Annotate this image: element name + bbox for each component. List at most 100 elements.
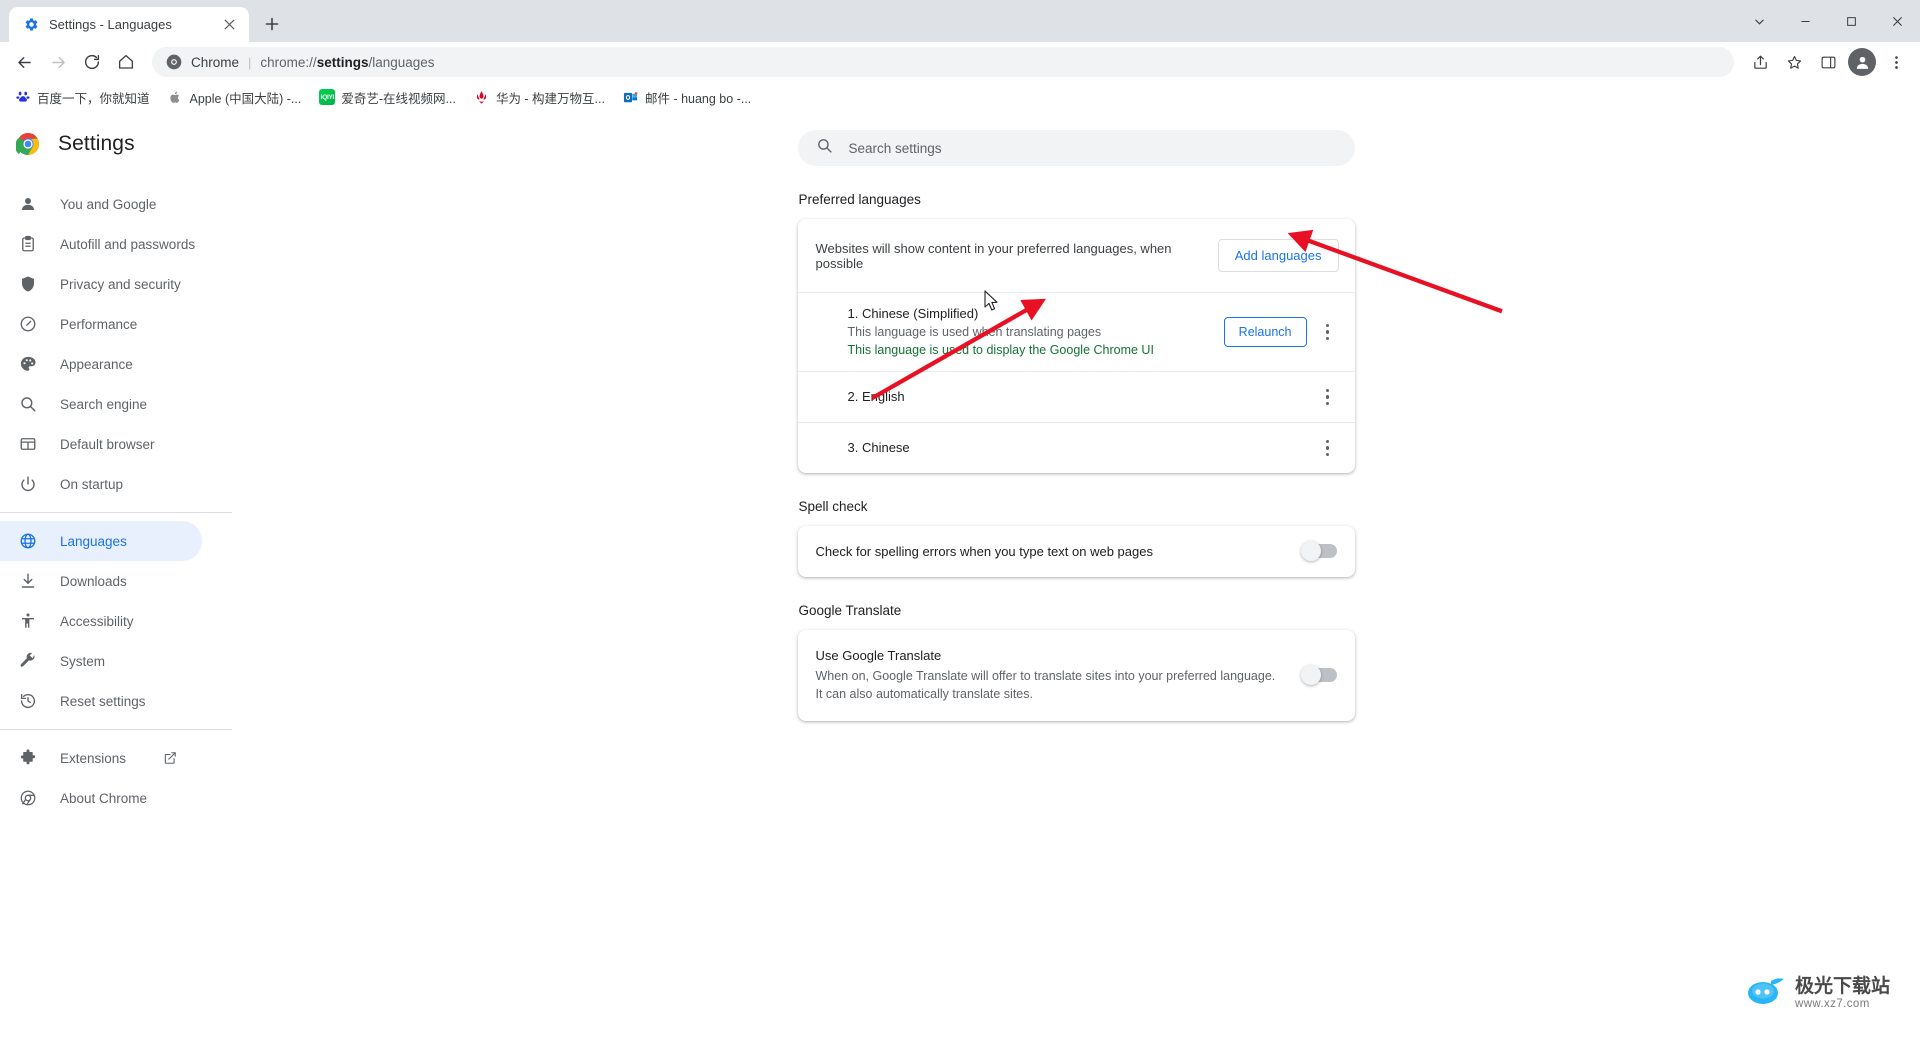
language-row-actions: Relaunch: [1223, 316, 1343, 347]
huawei-icon: [474, 89, 490, 105]
avatar-icon[interactable]: [1846, 46, 1878, 78]
spell-check-title: Spell check: [798, 498, 868, 514]
window-controls: [1736, 0, 1920, 42]
sidebar-item-system[interactable]: System: [0, 641, 202, 681]
clipboard-icon: [18, 234, 38, 254]
sidebar-item-reset-settings[interactable]: Reset settings: [0, 681, 202, 721]
baidu-icon: [15, 89, 31, 105]
sidebar-item-default-browser[interactable]: Default browser: [0, 424, 202, 464]
apple-icon: [168, 89, 184, 105]
sidebar-item-label: Privacy and security: [60, 276, 181, 292]
settings-brand: Settings: [0, 116, 232, 172]
sidebar-item-label: Search engine: [60, 396, 148, 412]
outlook-icon: [623, 89, 639, 105]
wrench-icon: [18, 651, 38, 671]
search-input[interactable]: [848, 140, 1337, 156]
home-icon[interactable]: [110, 46, 142, 78]
sidebar-item-label: You and Google: [60, 196, 157, 212]
maximize-icon[interactable]: [1828, 0, 1874, 42]
sidebar-item-autofill-and-passwords[interactable]: Autofill and passwords: [0, 224, 202, 264]
gear-icon: [23, 17, 39, 33]
bookmark-label: 邮件 - huang bo -...: [644, 91, 752, 106]
close-icon[interactable]: [219, 15, 239, 35]
kebab-menu-icon[interactable]: [1313, 433, 1343, 463]
spell-check-row: Check for spelling errors when you type …: [798, 526, 1355, 577]
language-sub-chrome-ui: This language is used to display the Goo…: [847, 342, 1154, 357]
share-icon[interactable]: [1744, 46, 1776, 78]
language-info: 1. Chinese (Simplified) This language is…: [848, 305, 1154, 359]
window-close-icon[interactable]: [1874, 0, 1920, 42]
sidebar-item-label: Performance: [60, 316, 138, 332]
chevron-down-icon[interactable]: [1736, 0, 1782, 42]
sidebar-item-accessibility[interactable]: Accessibility: [0, 601, 202, 641]
sidebar-item-appearance[interactable]: Appearance: [0, 344, 202, 384]
side-panel-icon[interactable]: [1812, 46, 1844, 78]
sidebar-item-performance[interactable]: Performance: [0, 304, 202, 344]
google-translate-card: Use Google Translate When on, Google Tra…: [797, 629, 1355, 722]
browser-window-icon: [18, 434, 38, 454]
page-title: Settings: [58, 132, 135, 155]
sidebar-item-downloads[interactable]: Downloads: [0, 561, 202, 601]
sidebar-item-on-startup[interactable]: On startup: [0, 464, 202, 504]
tab-title: Settings - Languages: [49, 17, 172, 32]
settings-content: Preferred languages Websites will show c…: [797, 166, 1355, 722]
sidebar-item-label: On startup: [60, 476, 124, 492]
bookmark-label: 华为 - 构建万物互...: [495, 91, 605, 106]
google-translate-texts: Use Google Translate When on, Google Tra…: [816, 648, 1283, 703]
bookmark-label: 百度一下，你就知道: [37, 91, 150, 106]
sidebar-item-label: Reset settings: [60, 693, 146, 709]
relaunch-button[interactable]: Relaunch: [1223, 316, 1307, 347]
sidebar-item-about-chrome[interactable]: About Chrome: [0, 778, 202, 818]
external-link-icon[interactable]: [162, 751, 177, 766]
preferred-languages-description: Websites will show content in your prefe…: [815, 240, 1172, 271]
sidebar-item-you-and-google[interactable]: You and Google: [0, 184, 202, 224]
spell-check-toggle[interactable]: [1300, 541, 1337, 562]
sidebar-item-search-engine[interactable]: Search engine: [0, 384, 202, 424]
language-name: 2. English: [847, 389, 905, 405]
google-translate-row-desc: When on, Google Translate will offer to …: [815, 668, 1276, 701]
bookmark-item[interactable]: iQIYI 爱奇艺-在线视频网...: [312, 85, 463, 110]
iqiyi-icon: iQIYI: [319, 89, 336, 105]
sidebar-divider: [0, 512, 232, 513]
search-icon: [816, 137, 833, 159]
add-languages-button[interactable]: Add languages: [1217, 239, 1339, 272]
sidebar-item-extensions[interactable]: Extensions: [0, 738, 202, 778]
speedometer-icon: [18, 314, 38, 334]
palette-icon: [18, 354, 38, 374]
preferred-languages-title: Preferred languages: [798, 192, 921, 207]
puzzle-icon: [18, 748, 38, 768]
person-icon: [18, 194, 38, 214]
bookmark-item[interactable]: 华为 - 构建万物互...: [467, 85, 612, 110]
forward-arrow-icon[interactable]: [42, 46, 74, 78]
star-icon[interactable]: [1778, 46, 1810, 78]
language-row: 3. Chinese: [797, 421, 1355, 473]
kebab-menu-icon[interactable]: [1313, 317, 1343, 347]
new-tab-button[interactable]: [257, 9, 287, 39]
bookmark-item[interactable]: 邮件 - huang bo -...: [616, 85, 758, 110]
settings-main: Preferred languages Websites will show c…: [232, 112, 1920, 1037]
spell-check-label: Check for spelling errors when you type …: [815, 543, 1153, 559]
google-translate-row: Use Google Translate When on, Google Tra…: [798, 630, 1355, 721]
search-icon: [18, 394, 38, 414]
google-translate-toggle[interactable]: [1300, 665, 1337, 686]
sidebar-item-privacy-and-security[interactable]: Privacy and security: [0, 264, 202, 304]
search-settings-bar[interactable]: [797, 130, 1355, 166]
minimize-icon[interactable]: [1782, 0, 1828, 42]
sidebar-item-languages[interactable]: Languages: [0, 521, 202, 561]
kebab-menu-icon[interactable]: [1313, 382, 1343, 412]
language-row: 2. English: [797, 370, 1355, 422]
aurora-logo-icon: [1745, 974, 1787, 1013]
tab-settings-languages[interactable]: Settings - Languages: [9, 7, 249, 42]
watermark-sub: www.xz7.com: [1794, 997, 1870, 1010]
language-name: 3. Chinese: [847, 440, 910, 456]
back-arrow-icon[interactable]: [8, 46, 40, 78]
address-bar[interactable]: Chrome | chrome://settings/languages: [152, 47, 1734, 77]
bookmark-item[interactable]: Apple (中国大陆) -...: [161, 85, 309, 110]
sidebar-item-label: Extensions: [60, 750, 127, 766]
reload-icon[interactable]: [76, 46, 108, 78]
three-dot-menu-icon[interactable]: [1880, 46, 1912, 78]
sidebar-item-label: Default browser: [60, 436, 155, 452]
bookmark-item[interactable]: 百度一下，你就知道: [8, 85, 157, 110]
sidebar-item-label: Autofill and passwords: [60, 236, 196, 252]
language-row-actions: [1313, 382, 1343, 412]
